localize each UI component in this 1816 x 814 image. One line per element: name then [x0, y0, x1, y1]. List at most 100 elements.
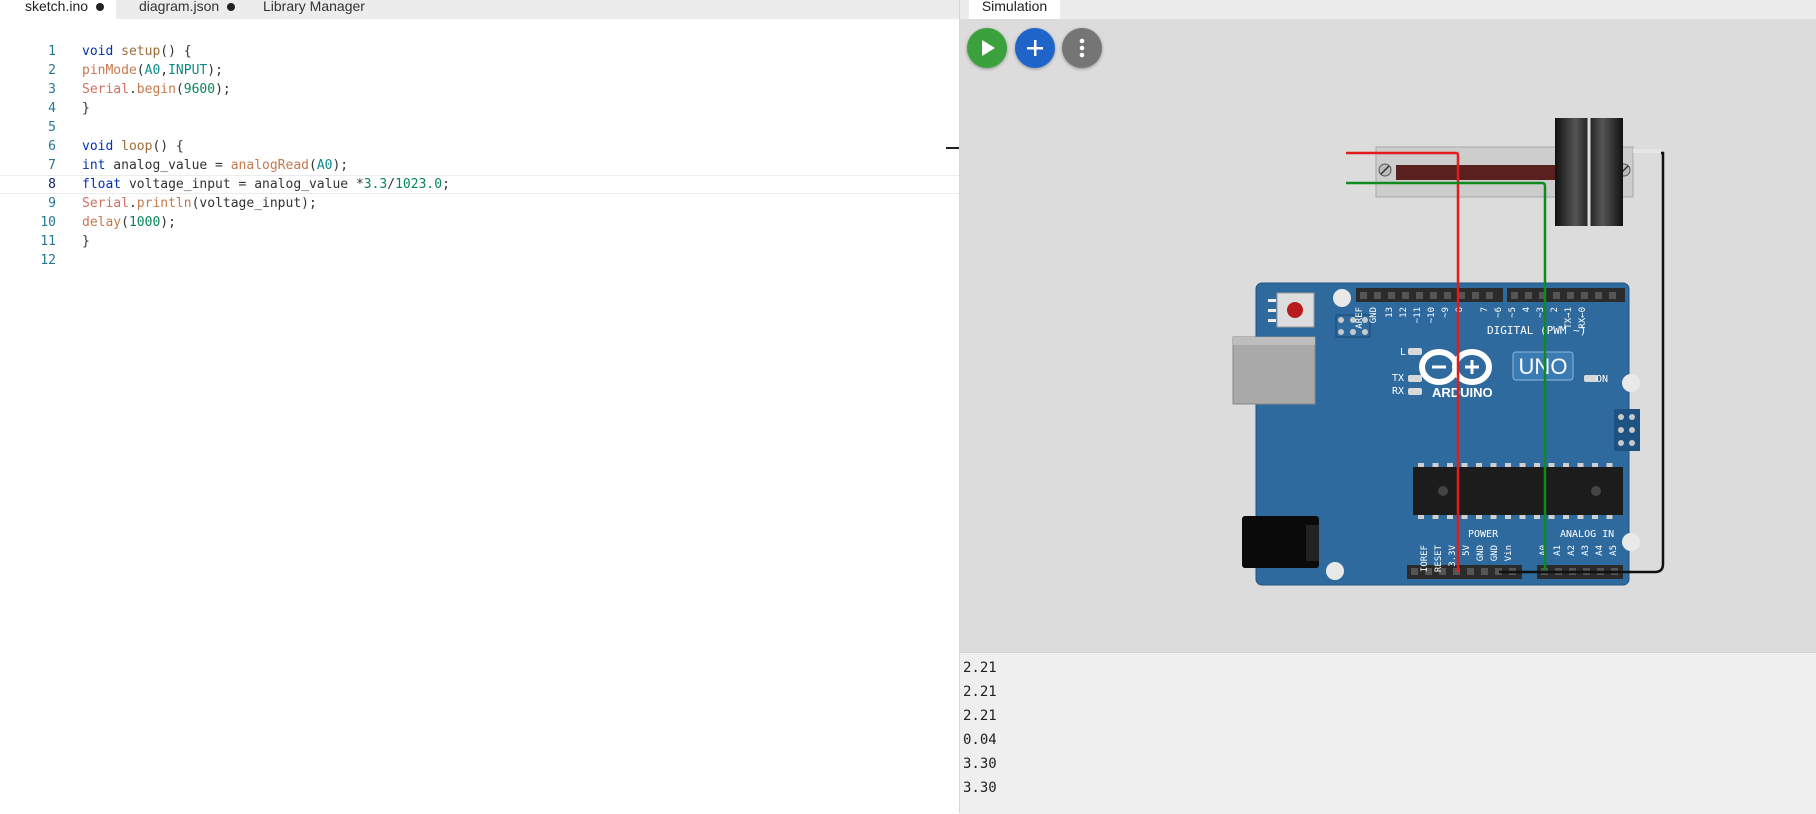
code-line[interactable]: 11} [0, 232, 959, 251]
header-pin[interactable] [1567, 292, 1574, 299]
chip-pin [1490, 515, 1497, 519]
code-text: pinMode(A0,INPUT); [82, 61, 223, 80]
arduino-uno-board[interactable]: UNO ARDUINO ON TX RX L DIGITAL (PWM ~) A… [1232, 282, 1640, 586]
code-token: println [136, 196, 192, 211]
code-line[interactable]: 6 void loop() { [0, 137, 959, 156]
header-pin[interactable] [1595, 292, 1602, 299]
header-pin[interactable] [1416, 292, 1423, 299]
header-pin[interactable] [1472, 292, 1479, 299]
header-pin[interactable] [1444, 292, 1451, 299]
line-number: 7 [48, 158, 56, 173]
code-line[interactable]: 1 void setup() { [0, 42, 959, 61]
code-line[interactable]: 9 Serial.println(voltage_input); [0, 194, 959, 213]
chip-pin [1432, 515, 1439, 519]
tab-library-manager[interactable]: Library Manager [263, 0, 365, 19]
l-label: L [1400, 347, 1406, 358]
code-line[interactable]: 8 float voltage_input = analog_value *3.3… [0, 175, 959, 194]
chip-pin [1432, 463, 1439, 467]
header-pin[interactable] [1411, 568, 1418, 575]
line-number: 8 [48, 177, 56, 192]
code-token: ; [442, 177, 450, 192]
add-part-button[interactable] [1015, 28, 1055, 68]
code-area[interactable]: 1 void setup() {2 pinMode(A0,INPUT); 3 Seria… [0, 42, 959, 270]
header-pin[interactable] [1486, 292, 1493, 299]
serial-monitor[interactable]: 2.21 2.21 2.21 0.04 3.30 3.30 [960, 652, 1816, 814]
code-token: ); [215, 82, 231, 97]
code-token: () { [160, 44, 192, 59]
tab-simulation[interactable]: Simulation [969, 0, 1060, 19]
start-simulation-button[interactable] [967, 28, 1007, 68]
header-pin[interactable] [1609, 292, 1616, 299]
rx-label: RX [1392, 386, 1404, 397]
header-pin[interactable] [1402, 292, 1409, 299]
code-token: ( [121, 215, 129, 230]
code-token: delay [82, 215, 122, 230]
code-text: int analog_value = analogRead(A0); [82, 156, 348, 175]
chip-pin [1418, 463, 1424, 467]
header-pin[interactable] [1581, 292, 1588, 299]
code-token: analog_value = [105, 158, 231, 173]
code-token: } [82, 234, 90, 249]
code-editor-pane: sketch.ino diagram.json Library Manager … [0, 0, 959, 813]
code-line[interactable]: 12 [0, 251, 959, 270]
line-number: 5 [48, 120, 56, 135]
code-line[interactable]: 4} [0, 99, 959, 118]
pin-label: TX→1 [1564, 307, 1574, 329]
chip-pin [1577, 463, 1584, 467]
code-line[interactable]: 2 pinMode(A0,INPUT); [0, 61, 959, 80]
header-pin[interactable] [1481, 568, 1488, 575]
code-token: analogRead [230, 158, 309, 173]
digital-header-right [1507, 288, 1625, 302]
code-token: float [82, 177, 122, 192]
pin-label: A2 [1567, 545, 1577, 556]
code-line[interactable]: 5 [0, 118, 959, 137]
pin-label: IOREF [1420, 545, 1430, 572]
code-line[interactable]: 7 int analog_value = analogRead(A0); [0, 156, 959, 175]
chip-pin [1563, 463, 1569, 467]
simulation-canvas[interactable]: UNO ARDUINO ON TX RX L DIGITAL (PWM ~) A… [960, 19, 1816, 652]
header-pin[interactable] [1388, 292, 1395, 299]
header-pin[interactable] [1430, 292, 1437, 299]
code-line[interactable]: 10 delay(1000); [0, 213, 959, 232]
code-token: . [128, 82, 137, 97]
code-line[interactable]: 3 Serial.begin(9600); [0, 80, 959, 99]
circuit-diagram: UNO ARDUINO ON TX RX L DIGITAL (PWM ~) A… [1232, 118, 1665, 586]
header-pin[interactable] [1553, 292, 1560, 299]
code-text: } [82, 232, 90, 251]
code-text: void setup() { [82, 42, 192, 61]
code-token: / [387, 177, 396, 192]
play-icon [982, 40, 995, 56]
code-token: 3.3 [363, 177, 388, 192]
pin-label: 13 [1385, 307, 1395, 318]
header-pin[interactable] [1374, 292, 1381, 299]
chip-pin [1447, 463, 1453, 467]
potentiometer-knob[interactable] [1555, 118, 1623, 226]
tab-label: Library Manager [263, 0, 365, 14]
header-pin[interactable] [1525, 292, 1532, 299]
chip-pin [1592, 463, 1598, 467]
chip-pin [1490, 463, 1497, 467]
led-tx [1408, 375, 1422, 382]
chip-pin [1519, 515, 1526, 519]
pin-label: ~11 [1413, 307, 1423, 323]
header-pin[interactable] [1511, 292, 1518, 299]
chip-pin [1534, 463, 1540, 467]
tab-sketch-ino[interactable]: sketch.ino [0, 0, 116, 19]
header-pin[interactable] [1467, 568, 1474, 575]
pin-label: 2 [1550, 307, 1560, 312]
tab-diagram-json[interactable]: diagram.json [139, 0, 236, 19]
code-token: setup [121, 44, 161, 59]
line-number: 12 [40, 253, 56, 268]
pin-label: A1 [1553, 545, 1563, 556]
more-options-button[interactable] [1062, 28, 1102, 68]
reset-button[interactable] [1276, 292, 1315, 328]
slide-potentiometer[interactable] [1375, 118, 1661, 226]
header-pin[interactable] [1360, 292, 1367, 299]
line-number: 4 [48, 101, 56, 116]
pin-label: 7 [1480, 307, 1490, 312]
chip-pin [1548, 463, 1555, 467]
chip-pin [1519, 463, 1526, 467]
code-token: ); [207, 63, 223, 78]
plus-icon [1027, 40, 1043, 56]
chip-pin [1447, 515, 1453, 519]
